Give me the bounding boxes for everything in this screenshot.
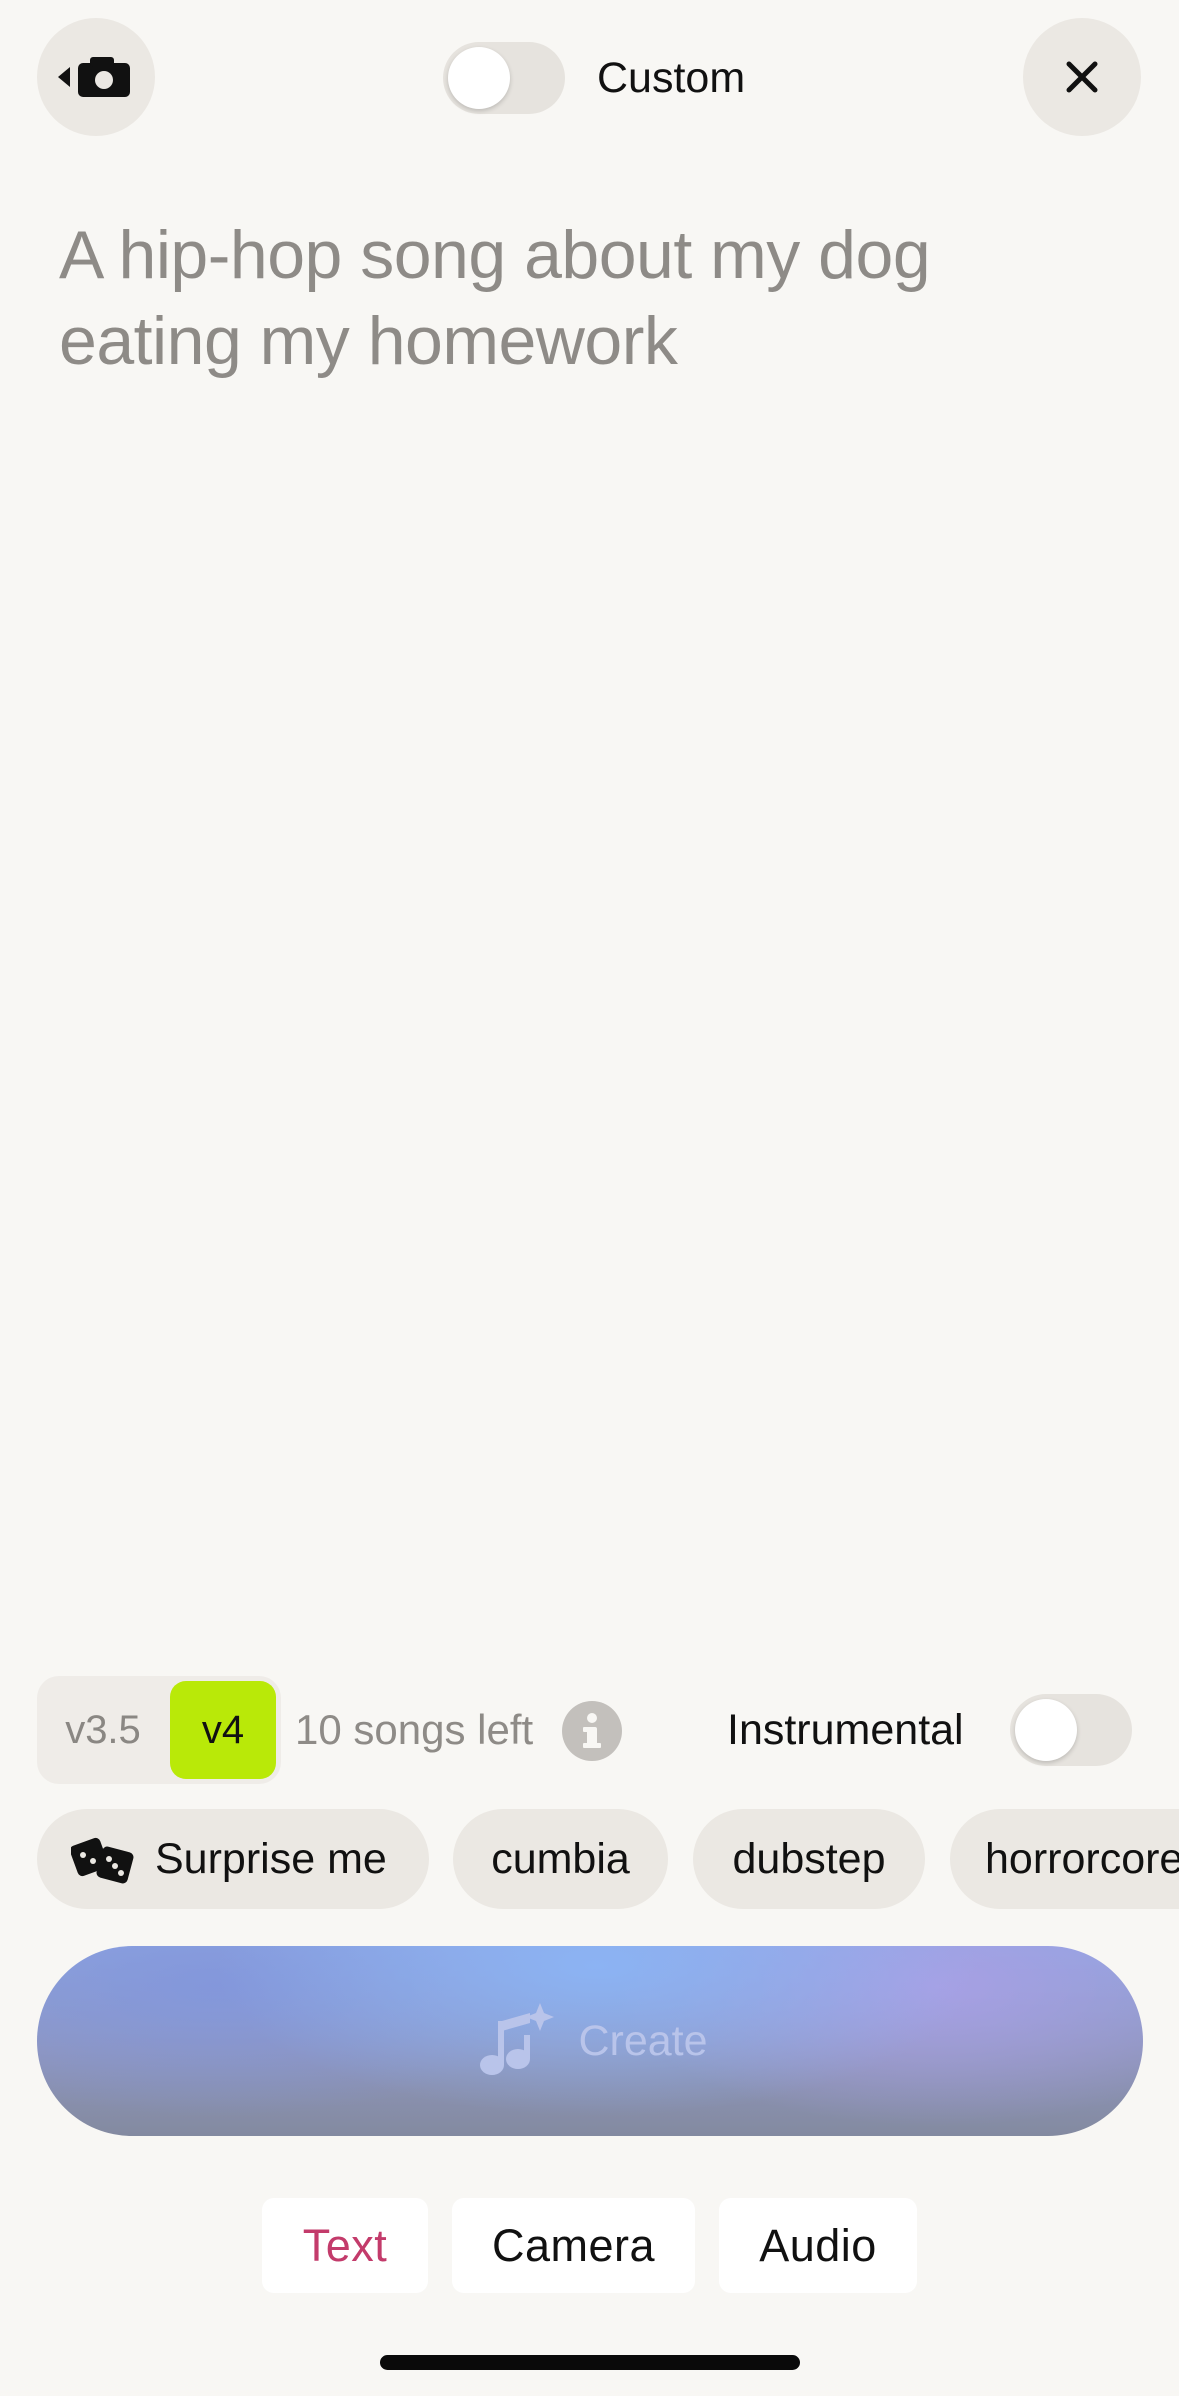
songs-left-count: 10 songs left	[295, 1706, 534, 1753]
info-glyph	[583, 1713, 601, 1748]
tab-audio[interactable]: Audio	[719, 2198, 917, 2293]
tab-camera[interactable]: Camera	[452, 2198, 695, 2293]
custom-toggle[interactable]	[443, 42, 565, 114]
version-switch: v3.5 v4	[37, 1676, 281, 1784]
home-indicator[interactable]	[380, 2355, 800, 2370]
back-camera-button[interactable]	[37, 18, 155, 136]
version-option-v3-5[interactable]: v3.5	[37, 1676, 169, 1784]
music-sparkle-icon	[480, 2003, 555, 2075]
create-song-screen: Custom A hip-hop song about my dog eatin…	[0, 0, 1179, 2396]
create-label: Create	[578, 2016, 708, 2065]
close-icon	[1066, 61, 1098, 93]
genre-chip[interactable]: cumbia	[453, 1809, 668, 1909]
genre-chip[interactable]: dubstep	[693, 1809, 925, 1909]
info-icon[interactable]	[562, 1701, 622, 1761]
instrumental-label: Instrumental	[727, 1706, 964, 1754]
close-button[interactable]	[1023, 18, 1141, 136]
instrumental-toggle[interactable]	[1010, 1694, 1132, 1766]
tab-text[interactable]: Text	[262, 2198, 428, 2293]
instrumental-toggle-knob	[1015, 1699, 1077, 1761]
song-prompt-input[interactable]: A hip-hop song about my dog eating my ho…	[59, 212, 1119, 384]
version-option-v4[interactable]: v4	[170, 1681, 276, 1779]
surprise-me-label: Surprise me	[155, 1834, 387, 1883]
dice-icon	[71, 1837, 134, 1884]
create-button[interactable]: Create	[37, 1946, 1143, 2136]
genre-chip[interactable]: horrorcore	[950, 1809, 1179, 1909]
custom-label: Custom	[597, 54, 746, 102]
surprise-me-chip[interactable]: Surprise me	[37, 1809, 429, 1909]
custom-toggle-knob	[448, 47, 510, 109]
back-camera-icon	[58, 57, 130, 97]
